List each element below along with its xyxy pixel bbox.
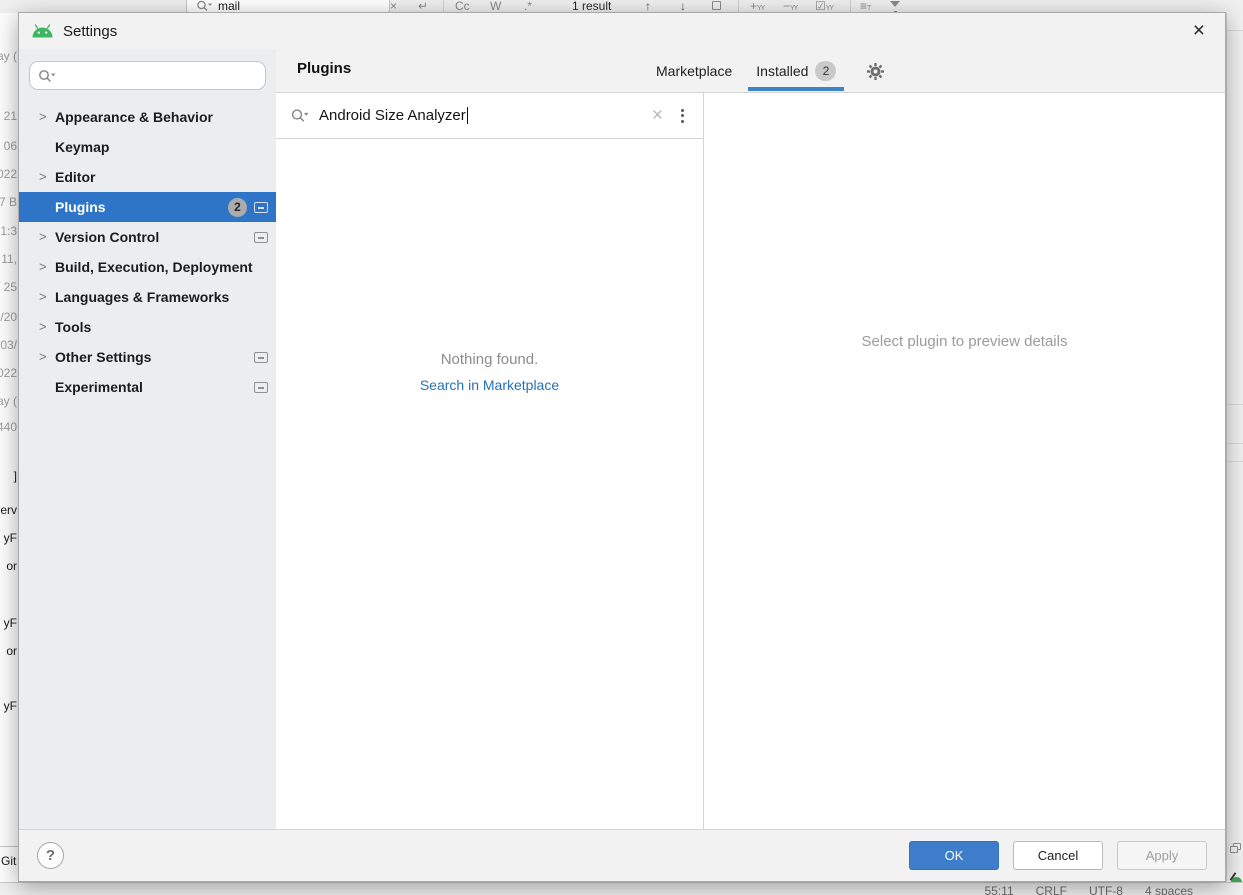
plugins-header: Plugins Marketplace Installed 2	[276, 49, 1225, 93]
plugin-list-pane: Android Size Analyzer × Nothing found. S…	[276, 93, 704, 829]
encoding[interactable]: UTF-8	[1089, 884, 1123, 895]
installed-count-badge: 2	[815, 61, 837, 81]
sidebar-search-box[interactable]	[29, 61, 266, 90]
layout-icon[interactable]	[1230, 843, 1241, 853]
code-fragment: ]	[13, 469, 17, 483]
plugin-preview-pane: Select plugin to preview details	[704, 93, 1225, 829]
code-fragment: or	[6, 644, 17, 658]
divider	[1227, 404, 1243, 405]
plugins-count-badge: 2	[228, 197, 247, 217]
divider	[1227, 30, 1243, 31]
code-fragment: 1:3	[0, 224, 17, 238]
code-fragment: 7 B	[0, 195, 17, 209]
tab-installed[interactable]: Installed 2	[744, 49, 848, 93]
git-toolwindow-button[interactable]: Git	[1, 854, 16, 868]
dialog-titlebar: Settings ×	[19, 13, 1225, 49]
search-icon	[291, 109, 309, 122]
empty-state: Nothing found. Search in Marketplace	[276, 139, 703, 395]
screen: mail × ↵ Cc W .* 1 result ↑ ↓ +YY −YY ☑Y…	[0, 0, 1243, 895]
sidebar-item-plugins[interactable]: Plugins 2	[19, 192, 276, 222]
sidebar-search-input[interactable]	[62, 68, 257, 83]
background-right-stripe	[1226, 13, 1243, 888]
code-fragment: yF	[3, 699, 17, 713]
text-caret	[466, 107, 469, 124]
code-fragment: erv	[0, 503, 17, 517]
page-title: Plugins	[297, 60, 352, 77]
modified-settings-icon	[254, 231, 268, 243]
sidebar-item-experimental[interactable]: Experimental	[19, 372, 276, 402]
plugin-search-field[interactable]: Android Size Analyzer ×	[276, 93, 703, 139]
settings-tree: > Appearance & Behavior Keymap > Editor …	[19, 102, 276, 402]
search-icon	[39, 69, 56, 82]
divider	[0, 846, 18, 847]
code-fragment: 440	[0, 420, 17, 434]
android-icon	[32, 24, 53, 38]
search-in-marketplace-link[interactable]: Search in Marketplace	[420, 377, 559, 393]
modified-settings-icon	[254, 201, 268, 213]
tab-marketplace[interactable]: Marketplace	[644, 49, 744, 93]
chevron-right-icon[interactable]: >	[39, 169, 47, 184]
gear-icon[interactable]	[866, 62, 885, 81]
chevron-right-icon[interactable]: >	[39, 289, 47, 304]
code-fragment: 21	[3, 109, 17, 123]
help-button[interactable]: ?	[37, 842, 64, 869]
settings-sidebar: > Appearance & Behavior Keymap > Editor …	[19, 49, 276, 829]
close-icon[interactable]: ×	[1193, 19, 1205, 43]
caret-position[interactable]: 55:11	[984, 884, 1013, 895]
code-fragment: 3/20	[0, 310, 17, 324]
sidebar-item-languages-frameworks[interactable]: > Languages & Frameworks	[19, 282, 276, 312]
chevron-right-icon[interactable]: >	[39, 349, 47, 364]
chevron-right-icon[interactable]: >	[39, 259, 47, 274]
chevron-right-icon[interactable]: >	[39, 319, 47, 334]
dialog-title: Settings	[63, 22, 118, 40]
chevron-right-icon[interactable]: >	[39, 109, 47, 124]
modified-settings-icon	[254, 381, 268, 393]
settings-dialog: Settings × > Appearance & Behavior Keyma	[18, 12, 1226, 882]
code-fragment: or	[6, 559, 17, 573]
code-fragment: 022	[0, 167, 17, 181]
code-fragment: 11,	[1, 252, 17, 266]
plugins-tabs: Marketplace Installed 2	[644, 49, 885, 93]
ok-button[interactable]: OK	[909, 841, 999, 870]
search-options-menu-icon[interactable]	[681, 108, 684, 123]
background-status-bar: 55:11 CRLF UTF-8 4 spaces	[0, 882, 1243, 895]
nothing-found-message: Nothing found.	[440, 351, 539, 368]
find-in-selection-toggle[interactable]	[712, 1, 721, 10]
apply-button[interactable]: Apply	[1117, 841, 1207, 870]
plugins-panel: Plugins Marketplace Installed 2 Android …	[276, 49, 1225, 829]
code-fragment: ay (	[0, 394, 17, 408]
sidebar-item-build-execution-deployment[interactable]: > Build, Execution, Deployment	[19, 252, 276, 282]
plugins-content: Android Size Analyzer × Nothing found. S…	[276, 93, 1225, 829]
line-ending[interactable]: CRLF	[1036, 884, 1067, 895]
modified-settings-icon	[254, 351, 268, 363]
divider	[1227, 443, 1243, 444]
code-fragment: 03/	[0, 338, 17, 352]
divider	[1227, 461, 1243, 462]
cancel-button[interactable]: Cancel	[1013, 841, 1103, 870]
sidebar-item-appearance-behavior[interactable]: > Appearance & Behavior	[19, 102, 276, 132]
chevron-right-icon[interactable]: >	[39, 229, 47, 244]
code-fragment: ay (	[0, 49, 17, 63]
dialog-footer: ? OK Cancel Apply	[19, 829, 1225, 881]
preview-placeholder: Select plugin to preview details	[861, 333, 1068, 350]
code-fragment: 022	[0, 366, 17, 380]
indent-setting[interactable]: 4 spaces	[1145, 884, 1193, 895]
code-fragment: yF	[3, 531, 17, 545]
clear-search-icon[interactable]: ×	[652, 106, 663, 125]
code-fragment: 25	[3, 280, 17, 294]
plugin-search-query: Android Size Analyzer	[319, 107, 466, 124]
sidebar-item-other-settings[interactable]: > Other Settings	[19, 342, 276, 372]
sidebar-item-keymap[interactable]: Keymap	[19, 132, 276, 162]
sidebar-item-editor[interactable]: > Editor	[19, 162, 276, 192]
code-fragment: 06	[3, 139, 17, 153]
sidebar-item-tools[interactable]: > Tools	[19, 312, 276, 342]
code-fragment: yF	[3, 616, 17, 630]
filter-icon[interactable]	[890, 1, 900, 13]
sidebar-item-version-control[interactable]: > Version Control	[19, 222, 276, 252]
background-left-fragments: Git ay ( 21 06 022 7 B 1:3 11, 25 3/20 03/022 ay (…	[0, 13, 18, 882]
